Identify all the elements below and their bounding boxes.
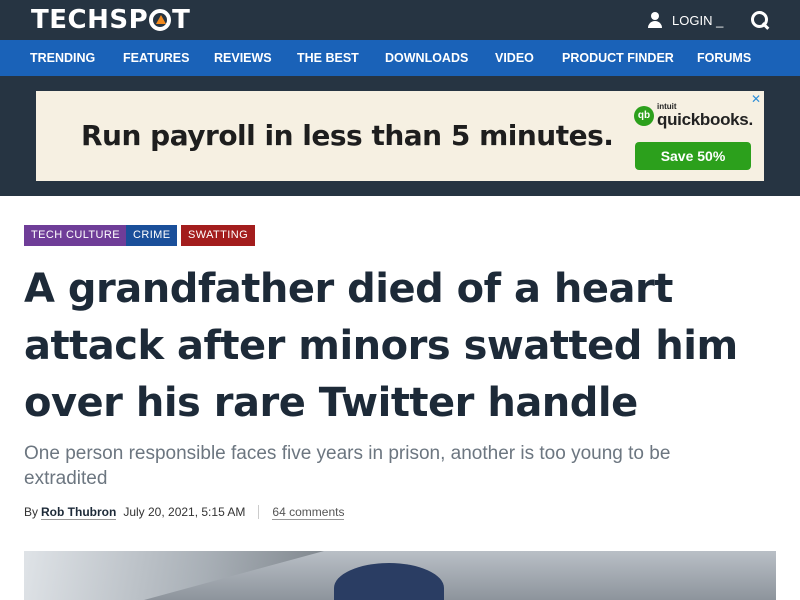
hero-image-police-cap-shape — [334, 563, 444, 600]
nav-item-features[interactable]: FEATURES — [123, 40, 189, 76]
author-link[interactable]: Rob Thubron — [41, 505, 117, 520]
nav-item-downloads[interactable]: DOWNLOADS — [385, 40, 468, 76]
hero-image — [24, 551, 776, 600]
ad-cta-button[interactable]: Save 50% — [635, 142, 751, 170]
advertisement-banner[interactable]: Run payroll in less than 5 minutes. ✕ qb… — [36, 91, 764, 181]
nav-item-the-best[interactable]: THE BEST — [297, 40, 359, 76]
tag-crime[interactable]: CRIME — [126, 225, 178, 246]
logo-text-end: T — [172, 5, 191, 35]
quickbooks-label: quickbooks. — [657, 110, 753, 129]
user-icon — [648, 12, 662, 28]
nav-item-trending[interactable]: TRENDING — [30, 40, 95, 76]
logo-text-start: TECHSP — [31, 5, 149, 35]
comments-link[interactable]: 64 comments — [272, 505, 345, 520]
byline: By Rob Thubron July 20, 2021, 5:15 AM 64… — [24, 503, 345, 521]
by-label: By — [24, 505, 39, 519]
ad-region: Run payroll in less than 5 minutes. ✕ qb… — [0, 76, 800, 196]
byline-divider — [258, 505, 260, 519]
article-subtitle: One person responsible faces five years … — [24, 443, 671, 489]
nav-item-product-finder[interactable]: PRODUCT FINDER — [562, 40, 674, 76]
nav-item-video[interactable]: VIDEO — [495, 40, 534, 76]
logo-o-icon — [149, 9, 172, 31]
tag-swatting[interactable]: SWATTING — [181, 225, 256, 246]
publish-date: July 20, 2021, 5:15 AM — [123, 505, 246, 519]
hero-image-wing-shape — [24, 551, 324, 600]
login-button[interactable]: LOGIN _ — [648, 11, 723, 29]
quickbooks-mark-icon: qb — [634, 105, 654, 126]
main-nav: TRENDING FEATURES REVIEWS THE BEST DOWNL… — [0, 40, 800, 76]
tag-tech-culture[interactable]: TECH CULTURE — [24, 225, 127, 246]
article-title: A grandfather died of a heart attack aft… — [24, 266, 738, 426]
search-icon[interactable] — [750, 10, 770, 30]
quickbooks-logo: qb intuit quickbooks. — [634, 103, 753, 128]
nav-item-forums[interactable]: FORUMS — [697, 40, 751, 76]
top-bar: TECHSP T LOGIN _ — [0, 0, 800, 40]
techspot-logo[interactable]: TECHSP T — [31, 5, 190, 35]
ad-headline: Run payroll in less than 5 minutes. — [81, 119, 614, 152]
login-label: LOGIN _ — [672, 12, 724, 28]
nav-item-reviews[interactable]: REVIEWS — [214, 40, 272, 76]
